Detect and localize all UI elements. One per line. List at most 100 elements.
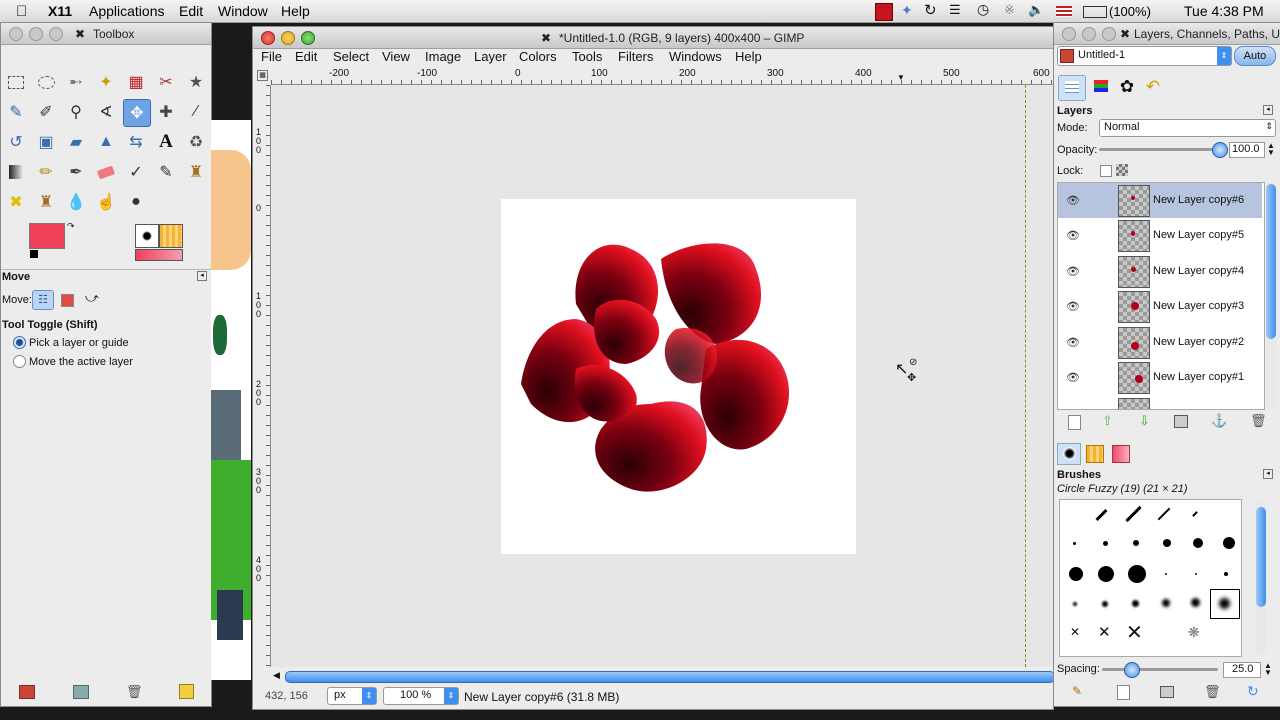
dodge-burn-tool-icon[interactable]: ● <box>123 189 149 215</box>
eye-icon[interactable]: 👁 <box>1066 265 1080 278</box>
brush-item[interactable] <box>1103 541 1108 546</box>
mode-select[interactable]: Normal ⇕ <box>1099 119 1276 137</box>
move-selection-mode-icon[interactable] <box>61 294 74 307</box>
brush-item[interactable]: ❋ <box>1188 624 1200 641</box>
layer-row[interactable]: 👁 New Layer copy#1 <box>1058 360 1262 395</box>
horizontal-ruler[interactable]: -200 -100 0 100 200 300 400 500 600 ▼ <box>271 68 1053 85</box>
panel-menu-icon[interactable]: ◂ <box>1263 469 1273 479</box>
raise-layer-icon[interactable]: ⇧ <box>1102 413 1113 429</box>
layer-row-selected[interactable]: 👁 New Layer copy#6 <box>1058 183 1262 218</box>
opacity-slider[interactable] <box>1099 142 1228 158</box>
image-canvas[interactable] <box>501 199 856 554</box>
rect-select-tool-icon[interactable] <box>3 69 29 95</box>
eraser-tool-icon[interactable] <box>93 159 119 185</box>
delete-brush-icon[interactable]: 🗑 <box>1204 684 1221 700</box>
foreground-color-swatch[interactable] <box>29 223 65 249</box>
menu-file[interactable]: File <box>261 49 282 64</box>
move-path-mode-icon[interactable]: ⤻ <box>85 290 99 306</box>
menu-select[interactable]: Select <box>333 49 369 64</box>
brush-item[interactable]: ✕ <box>1098 623 1111 641</box>
swap-colors-icon[interactable]: ↷ <box>67 221 75 232</box>
panel-menu-icon[interactable]: ◂ <box>1263 105 1273 115</box>
spacing-slider[interactable] <box>1102 662 1218 678</box>
battery-icon[interactable] <box>1083 6 1107 18</box>
brush-item[interactable] <box>1162 599 1170 607</box>
reset-tool-options-icon[interactable] <box>179 684 194 699</box>
menu-edit[interactable]: Edit <box>295 49 317 64</box>
select-by-color-tool-icon[interactable]: ▦ <box>123 69 149 95</box>
magnify-tool-icon[interactable]: ⚲ <box>63 99 89 125</box>
sync-icon[interactable]: ↻ <box>924 1 940 19</box>
brush-item[interactable] <box>1191 598 1200 607</box>
new-brush-icon[interactable] <box>1117 685 1130 700</box>
move-layer-mode-icon[interactable]: ☷ <box>32 290 54 310</box>
ellipse-select-tool-icon[interactable] <box>33 69 59 95</box>
menubar-clock[interactable]: Tue 4:38 PM <box>1184 3 1264 19</box>
brush-item[interactable] <box>1163 539 1171 547</box>
duplicate-layer-icon[interactable] <box>1174 415 1188 428</box>
minimize-icon[interactable] <box>281 31 295 45</box>
shear-tool-icon[interactable]: ▰ <box>63 129 89 155</box>
opacity-stepper-icon[interactable]: ▲ ▼ <box>1267 142 1275 157</box>
move-tool-icon[interactable]: ✥ <box>123 99 151 127</box>
tab-gradients[interactable] <box>1110 443 1132 463</box>
menubar-app-x11[interactable]: X11 <box>48 3 72 19</box>
duplicate-brush-icon[interactable] <box>1160 686 1174 698</box>
spacing-stepper-icon[interactable]: ▲ ▼ <box>1264 662 1272 677</box>
heal-tool-icon[interactable]: ✖ <box>3 189 29 215</box>
menubar-edit[interactable]: Edit <box>179 3 203 19</box>
menu-filters[interactable]: Filters <box>618 49 653 64</box>
bucket-fill-tool-icon[interactable]: ♻ <box>183 129 209 155</box>
opacity-field[interactable]: 100.0 <box>1229 142 1265 158</box>
delete-layer-icon[interactable]: 🗑 <box>1250 413 1267 429</box>
free-select-tool-icon[interactable]: ➸ <box>63 69 89 95</box>
opacity-slider-knob[interactable] <box>1212 142 1228 158</box>
restore-tool-options-icon[interactable] <box>73 685 89 699</box>
measure-tool-icon[interactable]: ∢ <box>93 99 119 125</box>
brushes-scroll-thumb[interactable] <box>1256 507 1266 607</box>
tab-undo-history[interactable]: ↶ <box>1140 75 1166 99</box>
brush-item[interactable] <box>1132 600 1139 607</box>
pattern-indicator-icon[interactable] <box>159 224 183 248</box>
radio-move-active-layer[interactable] <box>13 355 26 368</box>
tab-layers[interactable] <box>1058 75 1086 101</box>
rotate-tool-icon[interactable]: ↺ <box>3 129 29 155</box>
brush-item[interactable] <box>1125 505 1142 523</box>
brush-item-selected[interactable] <box>1210 589 1240 619</box>
menu-windows[interactable]: Windows <box>669 49 722 64</box>
menu-layer[interactable]: Layer <box>474 49 507 64</box>
menu-colors[interactable]: Colors <box>519 49 557 64</box>
brush-item[interactable] <box>1102 601 1108 607</box>
image-select[interactable]: Untitled-1 ⇕ <box>1057 46 1232 66</box>
menu-tools[interactable]: Tools <box>572 49 602 64</box>
volume-icon[interactable]: 🔈 <box>1028 2 1044 18</box>
perspective-tool-icon[interactable]: ▲ <box>93 129 119 155</box>
brush-item[interactable] <box>1073 602 1077 606</box>
gradient-indicator[interactable] <box>135 249 183 261</box>
menu-image[interactable]: Image <box>425 49 461 64</box>
layer-row[interactable]: 👁 New Layer copy#4 <box>1058 254 1262 289</box>
spacing-field[interactable]: 25.0 <box>1223 662 1261 678</box>
close-icon[interactable] <box>261 31 275 45</box>
minimize-icon[interactable] <box>29 27 43 41</box>
layer-row[interactable]: 👁 New Layer copy#3 <box>1058 289 1262 324</box>
brush-item[interactable] <box>1165 573 1167 575</box>
color-picker-tool-icon[interactable]: ✐ <box>33 99 59 125</box>
brush-item[interactable] <box>1223 537 1235 549</box>
layers-scroll-thumb[interactable] <box>1266 184 1276 339</box>
menubar-window[interactable]: Window <box>218 3 268 19</box>
anchor-layer-icon[interactable]: ⚓ <box>1211 413 1227 429</box>
ink-tool-icon[interactable]: ✎ <box>153 159 179 185</box>
eye-icon[interactable]: 👁 <box>1066 371 1080 384</box>
eye-icon[interactable]: 👁 <box>1066 300 1080 313</box>
default-colors-icon[interactable] <box>30 250 38 258</box>
brush-item[interactable] <box>1192 511 1198 517</box>
paintbrush-tool-icon[interactable]: ✒ <box>63 159 89 185</box>
brushes-grid[interactable]: ✕ ✕ ✕ ❋ <box>1059 499 1242 657</box>
vertical-ruler[interactable]: 1 0 0 0 1 0 0 2 0 0 3 0 0 4 0 0 <box>253 85 271 667</box>
layer-row[interactable] <box>1058 396 1262 409</box>
layer-row[interactable]: 👁 New Layer copy#2 <box>1058 325 1262 360</box>
wifi-icon[interactable]: ☰ <box>949 2 965 18</box>
brush-item[interactable] <box>1157 507 1171 521</box>
scissors-tool-icon[interactable]: ✂ <box>153 69 179 95</box>
